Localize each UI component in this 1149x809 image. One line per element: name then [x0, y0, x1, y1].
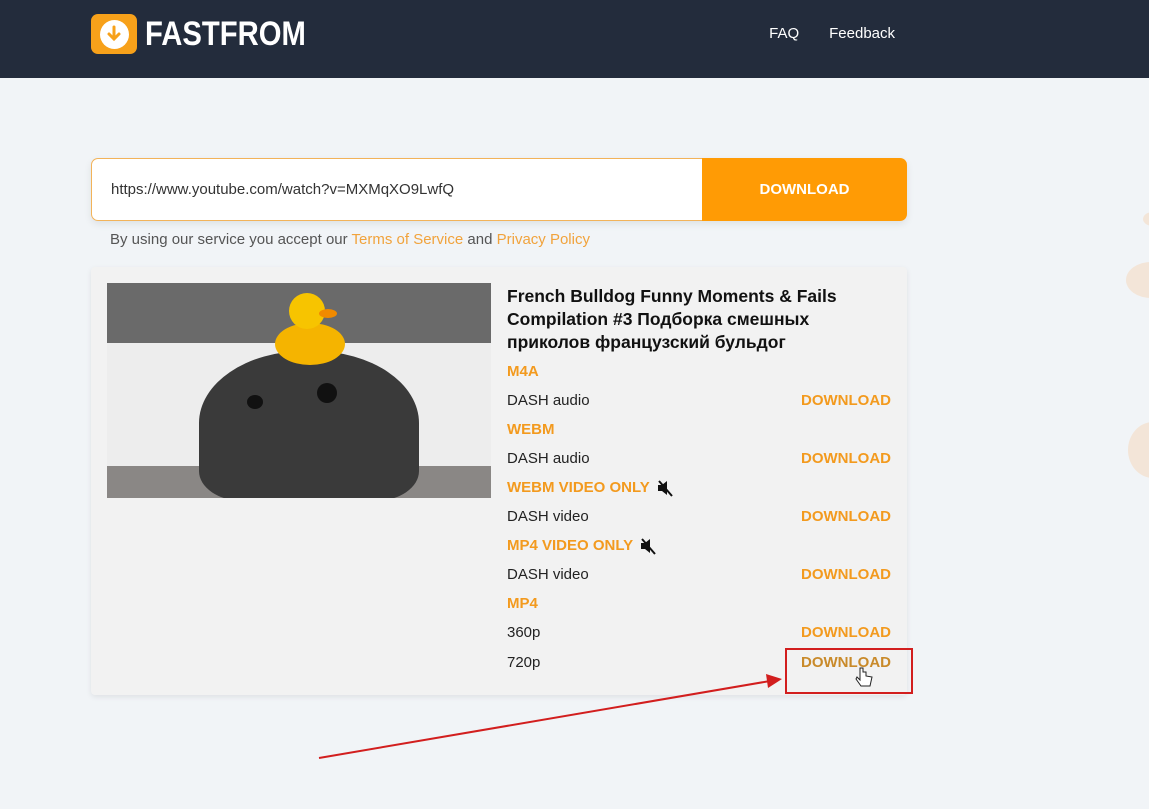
- annotation-arrow: [318, 667, 873, 759]
- hand-cursor-icon: [855, 667, 873, 687]
